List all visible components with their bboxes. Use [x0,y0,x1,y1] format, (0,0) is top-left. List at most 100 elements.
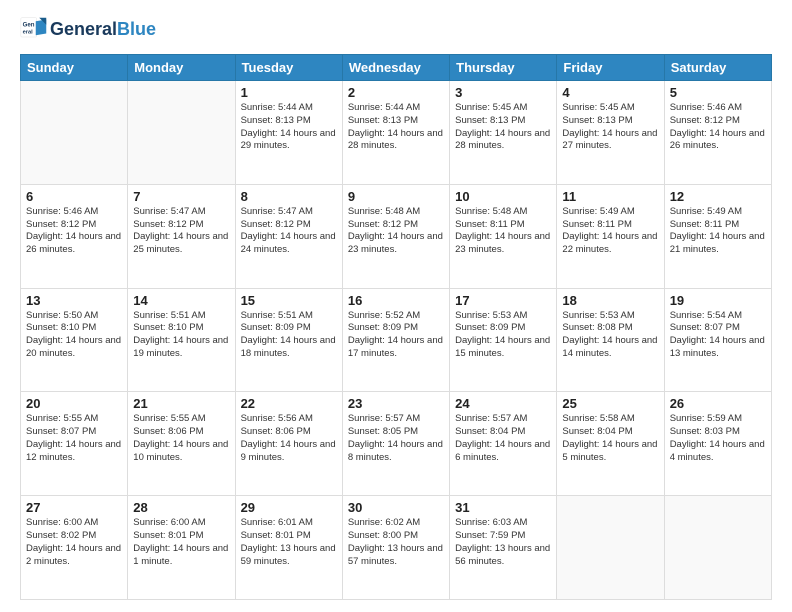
day-number: 3 [455,85,551,100]
cell-info: Sunrise: 5:52 AM Sunset: 8:09 PM Dayligh… [348,310,444,361]
day-number: 1 [241,85,337,100]
calendar-cell [557,496,664,600]
cell-info: Sunrise: 5:57 AM Sunset: 8:05 PM Dayligh… [348,413,444,464]
cell-info: Sunrise: 5:47 AM Sunset: 8:12 PM Dayligh… [133,206,229,257]
cell-info: Sunrise: 5:46 AM Sunset: 8:12 PM Dayligh… [26,206,122,257]
day-number: 23 [348,396,444,411]
cell-info: Sunrise: 5:55 AM Sunset: 8:07 PM Dayligh… [26,413,122,464]
calendar-cell: 13Sunrise: 5:50 AM Sunset: 8:10 PM Dayli… [21,288,128,392]
day-number: 19 [670,293,766,308]
weekday-header-saturday: Saturday [664,55,771,81]
weekday-header-row: SundayMondayTuesdayWednesdayThursdayFrid… [21,55,772,81]
calendar-cell: 2 Sunrise: 5:44 AM Sunset: 8:13 PM Daylig… [342,81,449,185]
cell-info: Sunrise: 5:55 AM Sunset: 8:06 PM Dayligh… [133,413,229,464]
weekday-header-thursday: Thursday [450,55,557,81]
week-row-3: 20 Sunrise: 5:55 AM Sunset: 8:07 PM Dayli… [21,392,772,496]
cell-info: Sunrise: 5:45 AM Sunset: 8:13 PM Dayligh… [455,102,551,153]
calendar-cell: 10 Sunrise: 5:48 AM Sunset: 8:11 PM Dayli… [450,184,557,288]
logo-icon: Gen eral [20,16,48,44]
calendar-cell: 3 Sunrise: 5:45 AM Sunset: 8:13 PM Daylig… [450,81,557,185]
calendar-cell: 8 Sunrise: 5:47 AM Sunset: 8:12 PM Daylig… [235,184,342,288]
cell-info: Sunrise: 5:56 AM Sunset: 8:06 PM Dayligh… [241,413,337,464]
day-number: 18 [562,293,658,308]
weekday-header-sunday: Sunday [21,55,128,81]
svg-text:Gen: Gen [23,22,35,29]
cell-info: Sunrise: 5:46 AM Sunset: 8:12 PM Dayligh… [670,102,766,153]
calendar-cell: 26Sunrise: 5:59 AM Sunset: 8:03 PM Dayli… [664,392,771,496]
day-number: 11 [562,189,658,204]
cell-info: Sunrise: 6:03 AM Sunset: 7:59 PM Dayligh… [455,517,551,568]
calendar-cell: 22 Sunrise: 5:56 AM Sunset: 8:06 PM Dayli… [235,392,342,496]
calendar-cell: 23 Sunrise: 5:57 AM Sunset: 8:05 PM Dayli… [342,392,449,496]
calendar-cell: 7 Sunrise: 5:47 AM Sunset: 8:12 PM Daylig… [128,184,235,288]
day-number: 7 [133,189,229,204]
calendar-cell: 1 Sunrise: 5:44 AM Sunset: 8:13 PM Daylig… [235,81,342,185]
calendar-cell: 15 Sunrise: 5:51 AM Sunset: 8:09 PM Dayli… [235,288,342,392]
logo-text: GeneralBlue [50,20,156,40]
cell-info: Sunrise: 6:00 AM Sunset: 8:02 PM Dayligh… [26,517,122,568]
calendar-cell: 27 Sunrise: 6:00 AM Sunset: 8:02 PM Dayli… [21,496,128,600]
cell-info: Sunrise: 5:44 AM Sunset: 8:13 PM Dayligh… [348,102,444,153]
day-number: 6 [26,189,122,204]
calendar-cell: 29 Sunrise: 6:01 AM Sunset: 8:01 PM Dayli… [235,496,342,600]
calendar-cell: 19Sunrise: 5:54 AM Sunset: 8:07 PM Dayli… [664,288,771,392]
day-number: 9 [348,189,444,204]
calendar-cell: 21Sunrise: 5:55 AM Sunset: 8:06 PM Dayli… [128,392,235,496]
calendar-cell: 25Sunrise: 5:58 AM Sunset: 8:04 PM Dayli… [557,392,664,496]
day-number: 12 [670,189,766,204]
cell-info: Sunrise: 5:49 AM Sunset: 8:11 PM Dayligh… [562,206,658,257]
calendar-cell: 30Sunrise: 6:02 AM Sunset: 8:00 PM Dayli… [342,496,449,600]
calendar-cell: 11 Sunrise: 5:49 AM Sunset: 8:11 PM Dayli… [557,184,664,288]
svg-text:eral: eral [23,30,34,36]
day-number: 31 [455,500,551,515]
cell-info: Sunrise: 5:58 AM Sunset: 8:04 PM Dayligh… [562,413,658,464]
day-number: 5 [670,85,766,100]
logo: Gen eral GeneralBlue [20,16,156,44]
cell-info: Sunrise: 5:57 AM Sunset: 8:04 PM Dayligh… [455,413,551,464]
cell-info: Sunrise: 5:53 AM Sunset: 8:08 PM Dayligh… [562,310,658,361]
calendar-cell: 14 Sunrise: 5:51 AM Sunset: 8:10 PM Dayli… [128,288,235,392]
day-number: 27 [26,500,122,515]
cell-info: Sunrise: 5:48 AM Sunset: 8:12 PM Dayligh… [348,206,444,257]
week-row-4: 27 Sunrise: 6:00 AM Sunset: 8:02 PM Dayli… [21,496,772,600]
day-number: 10 [455,189,551,204]
day-number: 14 [133,293,229,308]
weekday-header-monday: Monday [128,55,235,81]
cell-info: Sunrise: 5:51 AM Sunset: 8:10 PM Dayligh… [133,310,229,361]
calendar-cell [664,496,771,600]
cell-info: Sunrise: 6:01 AM Sunset: 8:01 PM Dayligh… [241,517,337,568]
cell-info: Sunrise: 5:53 AM Sunset: 8:09 PM Dayligh… [455,310,551,361]
cell-info: Sunrise: 5:50 AM Sunset: 8:10 PM Dayligh… [26,310,122,361]
calendar-cell: 20 Sunrise: 5:55 AM Sunset: 8:07 PM Dayli… [21,392,128,496]
day-number: 29 [241,500,337,515]
calendar-cell: 31 Sunrise: 6:03 AM Sunset: 7:59 PM Dayli… [450,496,557,600]
day-number: 17 [455,293,551,308]
day-number: 20 [26,396,122,411]
week-row-1: 6 Sunrise: 5:46 AM Sunset: 8:12 PM Daylig… [21,184,772,288]
calendar-cell: 5 Sunrise: 5:46 AM Sunset: 8:12 PM Daylig… [664,81,771,185]
cell-info: Sunrise: 5:47 AM Sunset: 8:12 PM Dayligh… [241,206,337,257]
calendar-cell: 24 Sunrise: 5:57 AM Sunset: 8:04 PM Dayli… [450,392,557,496]
day-number: 16 [348,293,444,308]
weekday-header-wednesday: Wednesday [342,55,449,81]
day-number: 8 [241,189,337,204]
week-row-0: 1 Sunrise: 5:44 AM Sunset: 8:13 PM Daylig… [21,81,772,185]
day-number: 30 [348,500,444,515]
day-number: 15 [241,293,337,308]
calendar-cell [21,81,128,185]
day-number: 2 [348,85,444,100]
day-number: 22 [241,396,337,411]
cell-info: Sunrise: 5:44 AM Sunset: 8:13 PM Dayligh… [241,102,337,153]
cell-info: Sunrise: 5:45 AM Sunset: 8:13 PM Dayligh… [562,102,658,153]
cell-info: Sunrise: 6:00 AM Sunset: 8:01 PM Dayligh… [133,517,229,568]
calendar-cell: 17 Sunrise: 5:53 AM Sunset: 8:09 PM Dayli… [450,288,557,392]
calendar-cell: 9 Sunrise: 5:48 AM Sunset: 8:12 PM Daylig… [342,184,449,288]
day-number: 24 [455,396,551,411]
day-number: 4 [562,85,658,100]
header: Gen eral GeneralBlue [20,16,772,44]
calendar-cell: 4 Sunrise: 5:45 AM Sunset: 8:13 PM Daylig… [557,81,664,185]
cell-info: Sunrise: 5:51 AM Sunset: 8:09 PM Dayligh… [241,310,337,361]
week-row-2: 13Sunrise: 5:50 AM Sunset: 8:10 PM Dayli… [21,288,772,392]
weekday-header-friday: Friday [557,55,664,81]
cell-info: Sunrise: 5:48 AM Sunset: 8:11 PM Dayligh… [455,206,551,257]
